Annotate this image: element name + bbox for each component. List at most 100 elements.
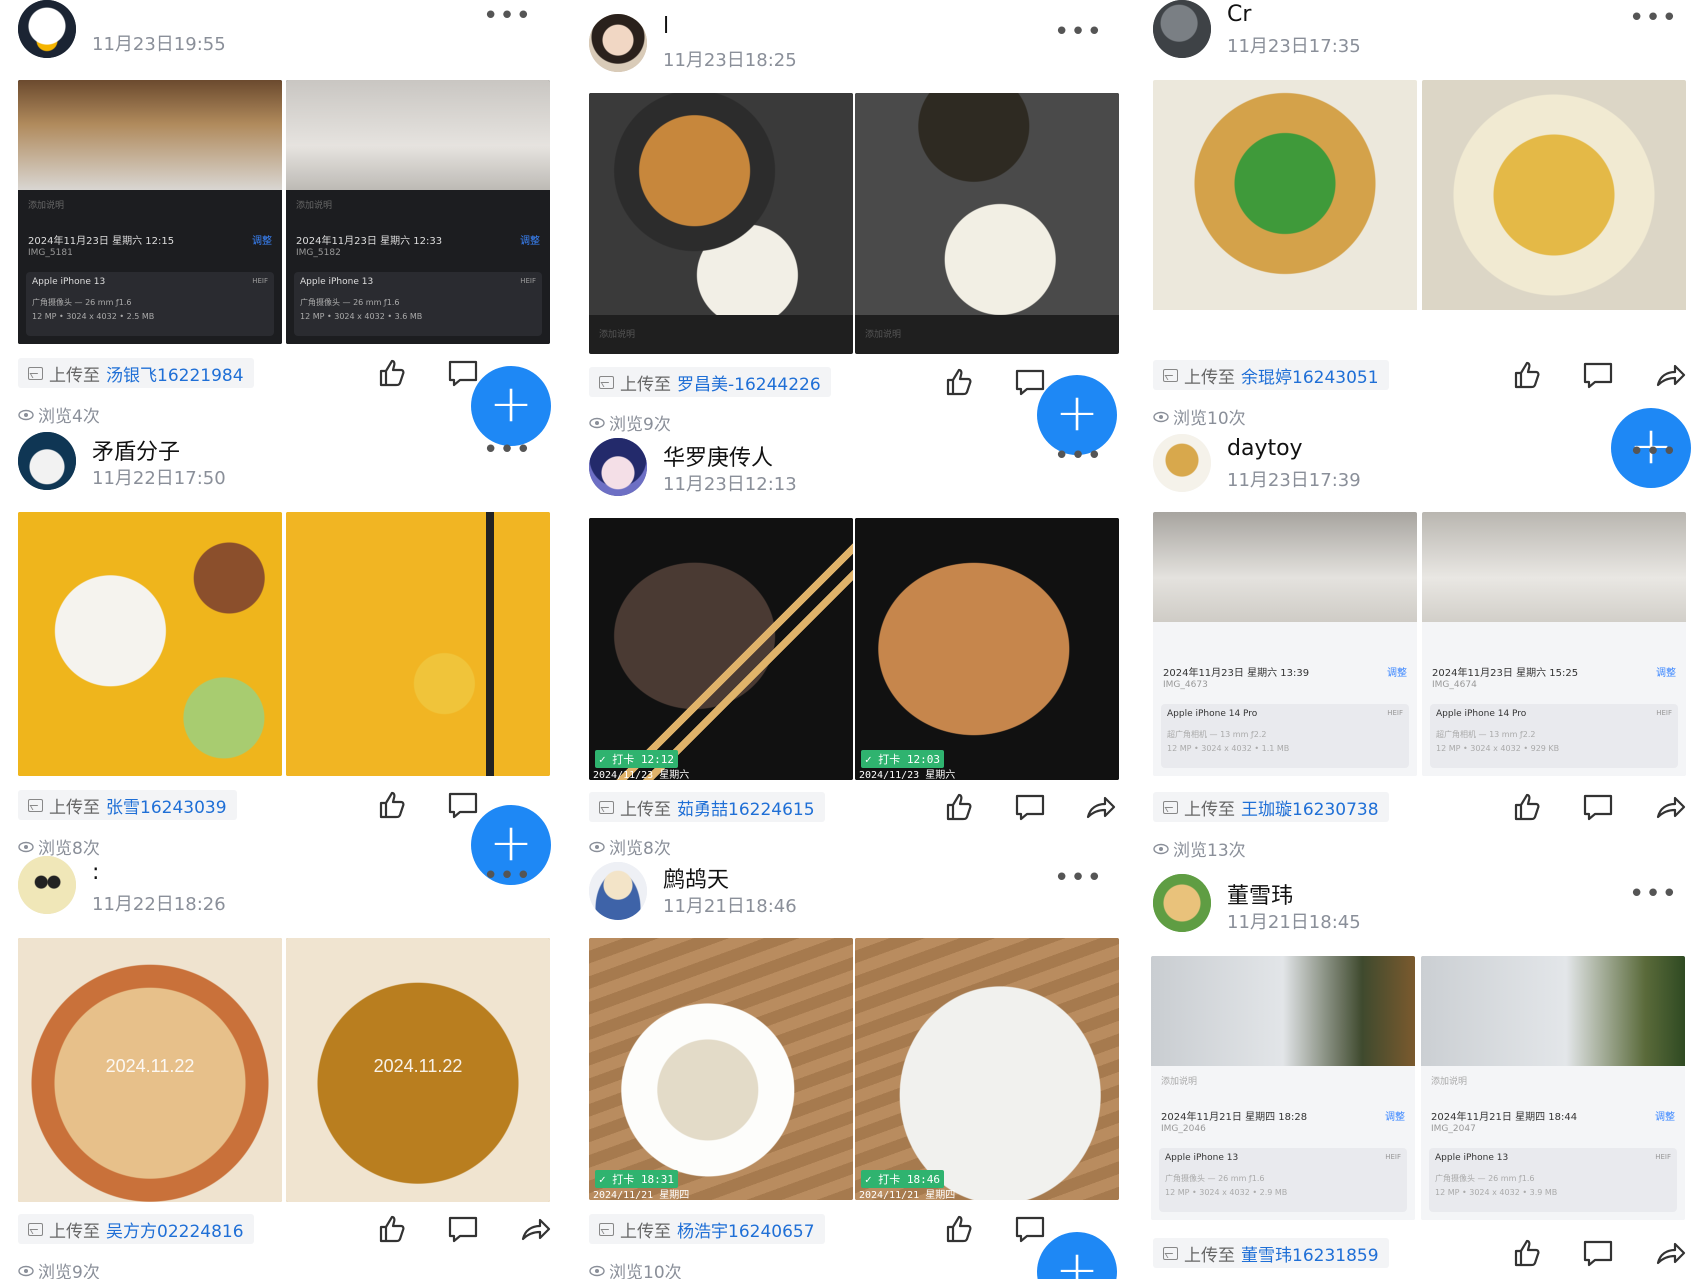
share-icon[interactable] (518, 1212, 552, 1246)
thumbs-up-icon[interactable] (942, 790, 976, 824)
post-photo[interactable]: 添加说明 2024年11月21日 星期四 18:44 调整 IMG_2047 A… (1421, 956, 1685, 1220)
photo-date-stamp: 2024.11.22 (373, 1056, 463, 1076)
avatar[interactable] (18, 0, 76, 58)
comment-icon[interactable] (1581, 1236, 1615, 1270)
more-dots-icon[interactable]: ••• (483, 3, 532, 29)
upload-prefix: 上传至 (49, 797, 100, 818)
target-link[interactable]: 杨浩宇16240657 (677, 1217, 815, 1242)
upload-target[interactable]: 上传至 张雪16243039 (18, 790, 237, 820)
comment-icon[interactable] (1581, 358, 1615, 392)
post-photo[interactable]: 添加说明 (589, 93, 853, 354)
avatar[interactable] (589, 14, 647, 72)
avatar[interactable] (589, 862, 647, 920)
more-dots-icon[interactable]: ••• (483, 437, 532, 463)
thumbs-up-icon[interactable] (375, 1212, 409, 1246)
post-photo[interactable]: 添加说明 2024年11月23日 星期六 12:33 调整 IMG_5182 A… (286, 80, 550, 344)
target-link[interactable]: 汤银飞16221984 (106, 361, 244, 386)
target-link[interactable]: 罗昌美-16244226 (677, 370, 821, 395)
thumbs-up-icon[interactable] (375, 356, 409, 390)
lens-info: 广角摄像头 — 26 mm ƒ1.6 (1165, 1174, 1265, 1183)
more-dots-icon[interactable]: ••• (1629, 439, 1678, 465)
post-time: 11月21日18:45 (1227, 912, 1361, 933)
post-photo[interactable] (1422, 80, 1686, 342)
photo-file: IMG_2047 (1431, 1124, 1476, 1134)
username[interactable]: 鹧鸪天 (663, 862, 729, 894)
target-link[interactable]: 余琨婷16243051 (1241, 363, 1379, 388)
avatar[interactable] (589, 438, 647, 496)
target-link[interactable]: 董雪玮16231859 (1241, 1241, 1379, 1266)
add-post-button[interactable]: + (471, 366, 551, 446)
username[interactable]: daytoy (1227, 436, 1303, 461)
more-dots-icon[interactable]: ••• (1629, 881, 1678, 907)
upload-target[interactable]: 上传至 王珈璇16230738 (1153, 792, 1389, 822)
target-link[interactable]: 张雪16243039 (106, 793, 227, 818)
post-photo[interactable]: ✓ 打卡 12:12 2024/11/23 星期六 (589, 518, 853, 780)
thumbs-up-icon[interactable] (942, 1212, 976, 1246)
share-icon[interactable] (1653, 790, 1687, 824)
photo-file: IMG_4673 (1163, 680, 1208, 690)
share-icon[interactable] (1653, 1236, 1687, 1270)
thumbs-up-icon[interactable] (1510, 1236, 1544, 1270)
post-photo[interactable]: 2024年11月23日 星期六 15:25 调整 IMG_4674 Apple … (1422, 512, 1686, 776)
upload-prefix: 上传至 (620, 374, 671, 395)
target-link[interactable]: 茹勇喆16224615 (677, 795, 815, 820)
upload-target[interactable]: 上传至 罗昌美-16244226 (589, 367, 831, 397)
target-link[interactable]: 王珈璇16230738 (1241, 795, 1379, 820)
thumbs-up-icon[interactable] (375, 788, 409, 822)
avatar[interactable] (1153, 874, 1211, 932)
username[interactable]: 矛盾分子 (92, 434, 180, 466)
username[interactable]: l (663, 14, 669, 39)
username[interactable]: 华罗庚传人 (663, 440, 773, 472)
post-photo[interactable]: 2024.11.22 (18, 938, 282, 1202)
comment-icon[interactable] (1013, 790, 1047, 824)
more-dots-icon[interactable]: ••• (1054, 865, 1103, 891)
caption-placeholder: 添加说明 (1431, 1077, 1468, 1087)
eye-icon (1153, 411, 1169, 422)
target-link[interactable]: 吴方方02224816 (106, 1217, 244, 1242)
photo-info-panel: 添加说明 2024年11月21日 星期四 18:28 调整 IMG_2046 A… (1151, 1066, 1415, 1220)
username[interactable]: Cr (1227, 2, 1251, 27)
thumbs-up-icon[interactable] (1510, 790, 1544, 824)
comment-icon[interactable] (446, 788, 480, 822)
post-photo[interactable]: ✓ 打卡 18:31 2024/11/21 星期四 (589, 938, 853, 1200)
share-icon[interactable] (1653, 358, 1687, 392)
avatar[interactable] (18, 432, 76, 490)
more-dots-icon[interactable]: ••• (483, 863, 532, 889)
post-photo[interactable] (286, 512, 550, 776)
avatar[interactable] (1153, 0, 1211, 58)
thumbs-up-icon[interactable] (942, 365, 976, 399)
post-photo[interactable]: 2024年11月23日 星期六 13:39 调整 IMG_4673 Apple … (1153, 512, 1417, 776)
upload-target[interactable]: 上传至 茹勇喆16224615 (589, 792, 825, 822)
more-dots-icon[interactable]: ••• (1629, 5, 1678, 31)
post-photo[interactable]: 添加说明 (855, 93, 1119, 354)
comment-icon[interactable] (446, 1212, 480, 1246)
comment-icon[interactable] (1013, 1212, 1047, 1246)
upload-target[interactable]: 上传至 杨浩宇16240657 (589, 1214, 825, 1244)
eye-icon (589, 841, 605, 852)
post-photo[interactable]: ✓ 打卡 12:03 2024/11/23 星期六 (855, 518, 1119, 780)
share-icon[interactable] (1083, 790, 1117, 824)
post-photo[interactable] (1153, 80, 1417, 342)
upload-target[interactable]: 上传至 董雪玮16231859 (1153, 1238, 1389, 1268)
add-post-button[interactable]: + (1037, 1232, 1117, 1279)
username[interactable]: 董雪玮 (1227, 878, 1293, 910)
comment-icon[interactable] (1581, 790, 1615, 824)
post-photo[interactable]: 添加说明 2024年11月21日 星期四 18:28 调整 IMG_2046 A… (1151, 956, 1415, 1220)
thumbs-up-icon[interactable] (1510, 358, 1544, 392)
more-dots-icon[interactable]: ••• (1054, 19, 1103, 45)
upload-target[interactable]: 上传至 余琨婷16243051 (1153, 360, 1389, 390)
avatar[interactable] (1153, 434, 1211, 492)
post-photo[interactable]: 2024.11.22 (286, 938, 550, 1202)
food-image (1151, 956, 1415, 1066)
food-image (1153, 512, 1417, 622)
comment-icon[interactable] (446, 356, 480, 390)
upload-target[interactable]: 上传至 汤银飞16221984 (18, 358, 254, 388)
avatar[interactable] (18, 856, 76, 914)
username[interactable]: : (92, 860, 99, 885)
food-image (286, 80, 550, 190)
post-photo[interactable]: 添加说明 2024年11月23日 星期六 12:15 调整 IMG_5181 A… (18, 80, 282, 344)
post-photo[interactable] (18, 512, 282, 776)
more-dots-icon[interactable]: ••• (1054, 443, 1103, 469)
upload-target[interactable]: 上传至 吴方方02224816 (18, 1214, 254, 1244)
post-photo[interactable]: ✓ 打卡 18:46 2024/11/21 星期四 (855, 938, 1119, 1200)
